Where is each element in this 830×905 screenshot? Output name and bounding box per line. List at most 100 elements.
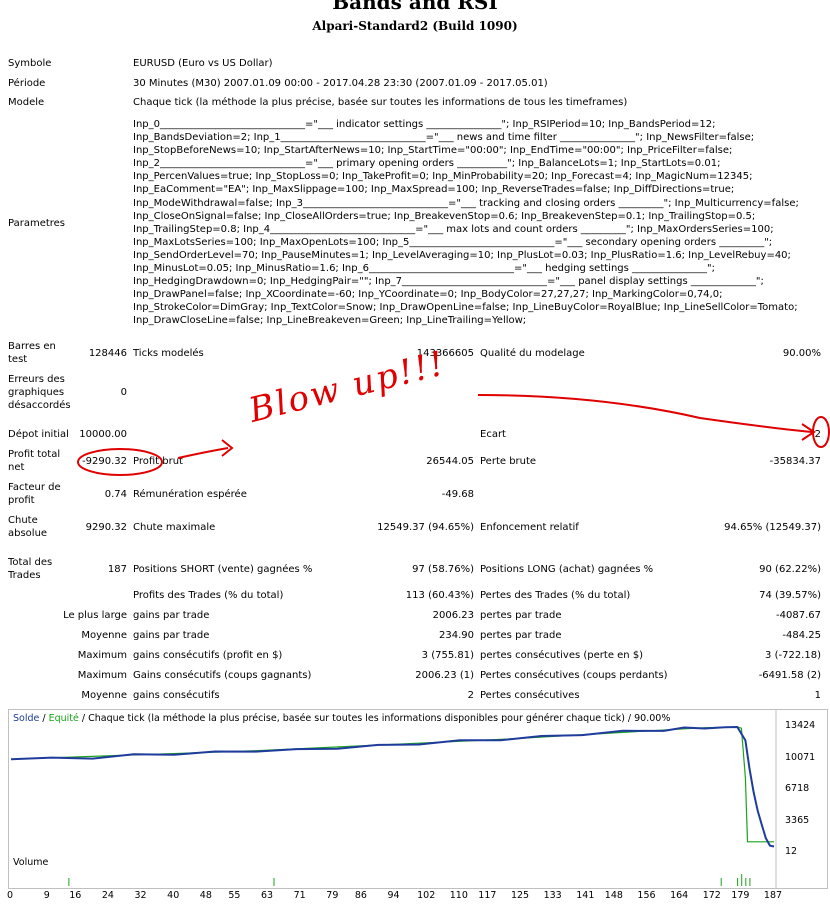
- parametres-line: Inp_MaxLotsSeries=100; Inp_MaxOpenLots=1…: [133, 236, 773, 248]
- volume-bar: [720, 878, 722, 886]
- x-tick-label: 102: [417, 890, 436, 901]
- depot-value: 10000.00: [79, 429, 127, 440]
- x-tick-label: 141: [576, 890, 595, 901]
- report-title: Bands and RSI: [332, 0, 498, 14]
- row-gain-label: gains par trade: [133, 610, 210, 621]
- x-tick-label: 32: [134, 890, 147, 901]
- y-tick-label: 10071: [785, 751, 816, 763]
- barres-value: 128446: [88, 348, 127, 359]
- x-tick-label: 16: [69, 890, 82, 901]
- parametres-line: Inp_HedgingDrawdown=0; Inp_HedgingPair="…: [133, 276, 764, 288]
- row-loss-label: pertes consécutives (perte en $): [480, 650, 644, 661]
- x-axis: 0 9 16 24 32 40 48 55 63 71 79 86 94 102 110 117 125 133 1…: [0, 889, 830, 903]
- parametres-line: Inp_2_____________________________="___ …: [133, 158, 721, 170]
- parametres-list: Inp_0_____________________________="___ …: [133, 118, 823, 328]
- parametres-line: Inp_DrawCloseLine=false; Inp_LineBreakev…: [133, 315, 527, 327]
- x-tick-label: 148: [604, 890, 623, 901]
- row-gain-value: 3 (755.81): [421, 650, 474, 661]
- total-trades-label-2: Trades: [8, 570, 41, 581]
- barres-label-2: test: [8, 354, 28, 365]
- volume-bar: [68, 878, 70, 886]
- x-tick-label: 117: [478, 890, 497, 901]
- parametres-line: Inp_0_____________________________="___ …: [133, 119, 716, 130]
- row-loss-value: 1: [814, 690, 821, 701]
- row-loss-value: 3 (-722.18): [765, 650, 821, 661]
- erreurs-label-3: désaccordés: [8, 400, 71, 411]
- x-tick-label: 164: [670, 890, 689, 901]
- annotation-arrow-right: [477, 394, 813, 433]
- row-loss-value: -4087.67: [776, 610, 821, 621]
- row-prefix: Maximum: [77, 670, 127, 681]
- annotation-arrow-left: [177, 447, 229, 459]
- ecart-value: 2: [814, 429, 821, 440]
- pertes-trades-label: Pertes des Trades (% du total): [480, 590, 631, 601]
- volume-bar: [273, 878, 275, 886]
- row-loss-label: pertes par trade: [480, 610, 562, 621]
- annotation-arrowhead-left: [221, 439, 234, 457]
- row-prefix: Maximum: [77, 650, 127, 661]
- x-tick-label: 86: [354, 890, 367, 901]
- profit-total-value: -9290.32: [82, 456, 127, 467]
- enfoncement-label: Enfoncement relatif: [480, 522, 579, 533]
- volume-bar: [749, 878, 751, 886]
- x-tick-label: 110: [449, 890, 468, 901]
- pertes-trades-value: 74 (39.57%): [759, 590, 821, 601]
- modele-label: Modele: [8, 97, 45, 108]
- parametres-line: Inp_PercenValues=true; Inp_StopLoss=0; I…: [133, 171, 753, 183]
- parametres-line: Inp_CloseOnSignal=false; Inp_CloseAllOrd…: [133, 210, 756, 222]
- short-label: Positions SHORT (vente) gagnées %: [133, 564, 313, 575]
- row-gain-value: 2006.23: [432, 610, 474, 621]
- parametres-line: Inp_StrokeColor=DimGray; Inp_TextColor=S…: [133, 302, 798, 314]
- chute-label-1: Chute: [8, 515, 38, 526]
- chute-value: 9290.32: [85, 522, 127, 533]
- row-prefix: Moyenne: [81, 690, 127, 701]
- x-tick-label: 0: [6, 890, 14, 901]
- qualite-label: Qualité du modelage: [480, 348, 585, 359]
- erreurs-label-2: graphiques: [8, 387, 65, 398]
- short-value: 97 (58.76%): [412, 564, 474, 575]
- chute-label-2: absolue: [8, 528, 48, 539]
- blow-up-text: Blow up!!!: [245, 343, 450, 431]
- enfoncement-value: 94.65% (12549.37): [724, 522, 821, 533]
- x-tick-label: 71: [293, 890, 306, 901]
- series-line-solde: [10, 725, 775, 848]
- total-trades-label-1: Total des: [8, 557, 53, 568]
- x-tick-label: 133: [543, 890, 562, 901]
- x-tick-label: 63: [261, 890, 274, 901]
- profit-brut-value: 26544.05: [426, 456, 474, 467]
- ecart-label: Ecart: [480, 429, 506, 440]
- x-tick-label: 79: [326, 890, 339, 901]
- parametres-line: Inp_SendOrderLevel=70; Inp_PauseMinutes=…: [133, 249, 791, 261]
- parametres-line: Inp_TrailingStep=0.8; Inp_4_____________…: [133, 223, 774, 235]
- chute-max-value: 12549.37 (94.65%): [377, 522, 474, 533]
- long-value: 90 (62.22%): [759, 564, 821, 575]
- parametres-line: Inp_DrawPanel=false; Inp_XCoordinate=-60…: [133, 289, 723, 301]
- profit-total-label-1: Profit total: [8, 449, 61, 460]
- profits-trades-value: 113 (60.43%): [405, 590, 474, 601]
- erreurs-label-1: Erreurs des: [8, 374, 65, 385]
- profits-trades-label: Profits des Trades (% du total): [133, 590, 284, 601]
- row-loss-label: Pertes consécutives: [480, 690, 580, 701]
- parametres-line: Inp_MinusLot=0.05; Inp_MinusRatio=1.6; I…: [133, 263, 715, 275]
- volume-bar: [741, 874, 743, 886]
- x-tick-label: 179: [731, 890, 750, 901]
- ticks-label: Ticks modelés: [133, 348, 204, 359]
- row-loss-value: -484.25: [782, 630, 821, 641]
- x-tick-label: 125: [510, 890, 530, 901]
- parametres-line: Inp_StopBeforeNews=10; Inp_StartAfterNew…: [133, 145, 733, 157]
- row-gain-value: 234.90: [439, 630, 474, 641]
- row-gain-label: gains consécutifs (profit en $): [133, 650, 283, 661]
- remuneration-value: -49.68: [441, 489, 474, 500]
- modele-row: Modele Chaque tick (la méthode la plus p…: [0, 97, 830, 117]
- volume-plot: [68, 855, 777, 888]
- row-loss-label: pertes par trade: [480, 630, 562, 641]
- x-tick-label: 40: [167, 890, 180, 901]
- facteur-label-1: Facteur de: [8, 482, 61, 493]
- y-tick-label: 13424: [785, 720, 816, 731]
- x-tick-label: 24: [101, 890, 114, 901]
- facteur-label-2: profit: [8, 495, 35, 506]
- row-prefix: Le plus large: [63, 610, 127, 621]
- x-tick-label: 48: [199, 890, 212, 901]
- row-loss-label: Pertes consécutives (coups perdants): [480, 670, 668, 681]
- modele-value: Chaque tick (la méthode la plus précise,…: [133, 97, 628, 108]
